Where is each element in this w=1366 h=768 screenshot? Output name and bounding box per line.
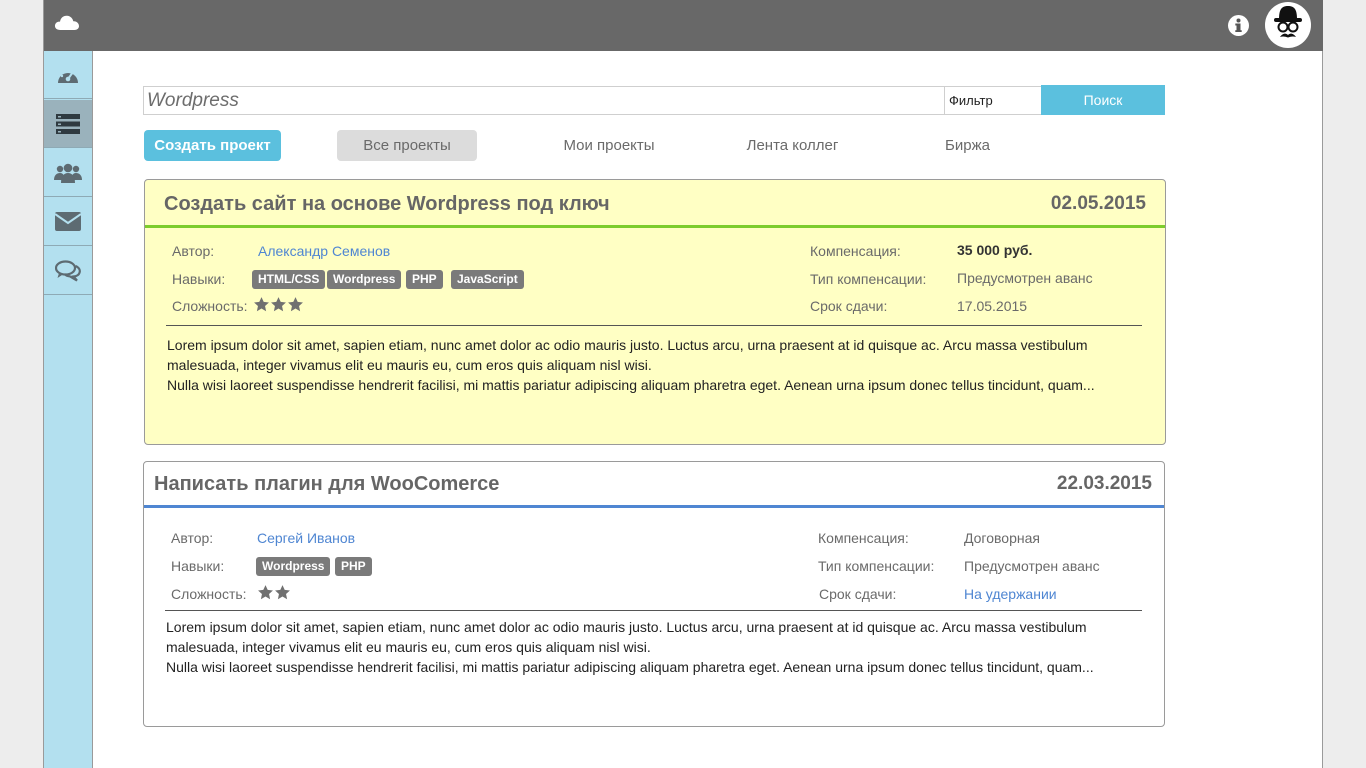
skill-tag[interactable]: Wordpress xyxy=(327,270,402,289)
skill-tag[interactable]: JavaScript xyxy=(451,270,524,289)
sidebar-item-mail[interactable] xyxy=(44,198,92,246)
project-date: 02.05.2015 xyxy=(1050,193,1146,214)
top-bar xyxy=(44,0,1323,51)
star-icon xyxy=(271,297,286,312)
star-icon xyxy=(258,585,273,600)
star-icon xyxy=(275,585,290,600)
project-card-header: Создать сайт на основе Wordpress под клю… xyxy=(145,180,1165,228)
deadline-label: Срок сдачи: xyxy=(819,586,897,602)
author-label: Автор: xyxy=(172,243,215,259)
complexity-rating xyxy=(253,296,304,313)
sidebar-item-users[interactable] xyxy=(44,149,92,197)
skill-tag[interactable]: Wordpress xyxy=(256,557,331,576)
author-label: Автор: xyxy=(171,530,214,546)
compensation-type-label: Тип компенсации: xyxy=(810,271,927,287)
sidebar xyxy=(44,51,93,768)
compensation-type-value: Предусмотрен аванс xyxy=(957,270,1093,286)
compensation-label: Компенсация: xyxy=(810,243,901,259)
project-title[interactable]: Написать плагин для WooComerce xyxy=(154,473,499,496)
skills-label: Навыки: xyxy=(172,271,226,287)
info-icon xyxy=(1235,18,1242,32)
project-card[interactable]: Написать плагин для WooComerce 22.03.201… xyxy=(143,461,1165,727)
compensation-type-label: Тип компенсации: xyxy=(818,558,935,574)
create-project-button[interactable]: Создать проект xyxy=(144,130,281,161)
chat-icon xyxy=(55,259,81,281)
compensation-value: 35 000 руб. xyxy=(957,242,1033,258)
projects-list-icon xyxy=(56,113,80,134)
project-card-header: Написать плагин для WooComerce 22.03.201… xyxy=(144,462,1164,508)
description-paragraph: Lorem ipsum dolor sit amet, sapien etiam… xyxy=(167,337,1088,373)
project-title[interactable]: Создать сайт на основе Wordpress под клю… xyxy=(164,193,610,216)
tab-my-projects[interactable]: Мои проекты xyxy=(545,130,673,161)
mail-icon xyxy=(55,212,81,231)
complexity-label: Сложность: xyxy=(172,298,248,314)
complexity-rating xyxy=(257,584,291,601)
project-card[interactable]: Создать сайт на основе Wordpress под клю… xyxy=(144,179,1166,445)
deadline-label: Срок сдачи: xyxy=(810,298,888,314)
skills-label: Навыки: xyxy=(171,558,225,574)
description-paragraph: Nulla wisi laoreet suspendisse hendrerit… xyxy=(166,659,1094,675)
info-button[interactable] xyxy=(1228,15,1249,36)
sidebar-item-chat[interactable] xyxy=(44,247,92,295)
card-divider xyxy=(166,325,1142,326)
search-input[interactable] xyxy=(143,86,945,115)
tab-exchange[interactable]: Биржа xyxy=(925,130,1010,161)
author-link[interactable]: Сергей Иванов xyxy=(257,530,355,546)
tab-all-projects[interactable]: Все проекты xyxy=(337,130,477,161)
dashboard-gauge-icon xyxy=(58,68,78,83)
deadline-value: 17.05.2015 xyxy=(957,298,1028,314)
author-link[interactable]: Александр Семенов xyxy=(258,243,390,259)
project-date: 22.03.2015 xyxy=(1056,473,1152,494)
users-group-icon xyxy=(54,163,82,183)
skill-tag[interactable]: PHP xyxy=(335,557,372,576)
skill-tag[interactable]: HTML/CSS xyxy=(252,270,326,289)
complexity-label: Сложность: xyxy=(171,586,247,602)
project-description: Lorem ipsum dolor sit amet, sapien etiam… xyxy=(166,617,1148,677)
user-avatar[interactable] xyxy=(1265,2,1311,48)
cloud-icon[interactable] xyxy=(53,11,81,35)
tab-colleagues-feed[interactable]: Лента коллег xyxy=(735,130,850,161)
project-description: Lorem ipsum dolor sit amet, sapien etiam… xyxy=(167,335,1147,395)
compensation-value: Договорная xyxy=(964,530,1040,546)
hat-mustache-avatar-icon xyxy=(1274,6,1302,38)
star-icon xyxy=(254,297,269,312)
sidebar-item-dashboard[interactable] xyxy=(44,51,92,99)
description-paragraph: Lorem ipsum dolor sit amet, sapien etiam… xyxy=(166,619,1087,655)
star-icon xyxy=(288,297,303,312)
sidebar-item-projects[interactable] xyxy=(44,100,92,148)
search-bar: Фильтр Поиск xyxy=(143,85,1165,115)
compensation-label: Компенсация: xyxy=(818,530,909,546)
search-button[interactable]: Поиск xyxy=(1041,85,1165,115)
skill-tag[interactable]: PHP xyxy=(406,270,443,289)
filter-dropdown[interactable]: Фильтр xyxy=(945,86,1042,115)
description-paragraph: Nulla wisi laoreet suspendisse hendrerit… xyxy=(167,377,1095,393)
compensation-type-value: Предусмотрен аванс xyxy=(964,558,1100,574)
deadline-value[interactable]: На удержании xyxy=(964,586,1057,602)
card-divider xyxy=(165,610,1142,611)
